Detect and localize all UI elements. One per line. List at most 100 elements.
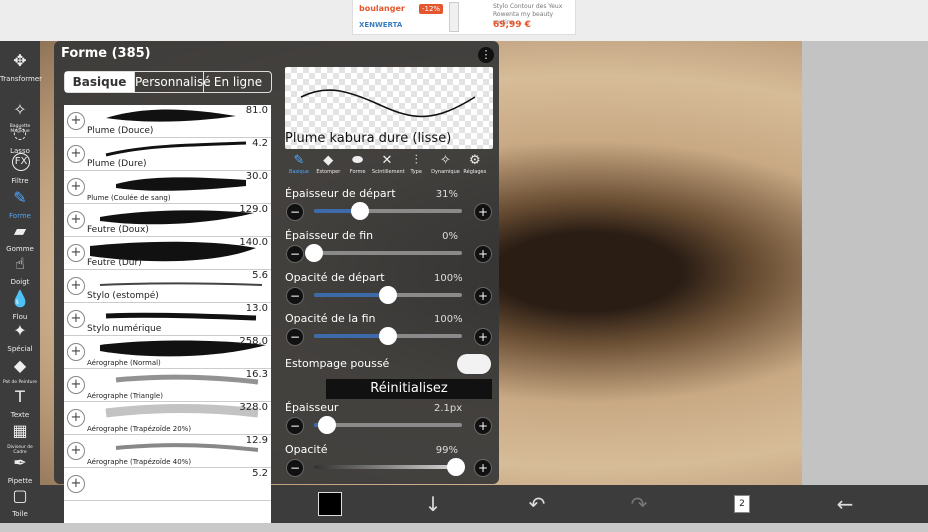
- reset-button[interactable]: Réinitialisez: [326, 379, 492, 399]
- blend-toggle[interactable]: [457, 354, 491, 374]
- tool-transformer[interactable]: ✥ Transformer: [0, 47, 42, 97]
- brush-row[interactable]: +30.0 Plume (Coulée de sang): [64, 171, 271, 204]
- add-brush-icon[interactable]: +: [67, 178, 85, 196]
- eyedropper-icon: ✒: [13, 453, 27, 472]
- increase-button[interactable]: +: [474, 417, 492, 435]
- slider-track[interactable]: [314, 286, 462, 304]
- slider-label: Opacité de départ: [285, 271, 385, 284]
- decrease-button[interactable]: −: [286, 417, 304, 435]
- brush-row[interactable]: +328.0 Aérographe (Trapézoïde 20%): [64, 402, 271, 435]
- color-button[interactable]: [318, 491, 342, 517]
- tab-basique[interactable]: Basique: [65, 72, 134, 92]
- layer-count: 2: [734, 495, 750, 513]
- tab-personnalise[interactable]: Personnalisé: [134, 72, 211, 92]
- brush-size-value: 12.9: [245, 435, 268, 446]
- layers-button[interactable]: 2: [730, 491, 756, 517]
- brush-size-value: 81.0: [245, 105, 268, 116]
- slider-value: 99%: [435, 445, 458, 456]
- add-brush-icon[interactable]: +: [67, 442, 85, 460]
- add-brush-icon[interactable]: +: [67, 475, 85, 493]
- add-brush-icon[interactable]: +: [67, 343, 85, 361]
- brush-row[interactable]: +129.0 Feutre (Doux): [64, 204, 271, 237]
- tab-en-ligne[interactable]: En ligne: [203, 72, 272, 92]
- increase-button[interactable]: +: [474, 245, 492, 263]
- brush-row[interactable]: +13.0 Stylo numérique: [64, 303, 271, 336]
- slider-track[interactable]: [314, 327, 462, 345]
- slider-knob[interactable]: [318, 416, 337, 434]
- slider-knob[interactable]: [447, 458, 466, 476]
- brush-row[interactable]: +140.0 Feutre (Dur): [64, 237, 271, 270]
- ad-banner[interactable]: boulanger XENWERTA -12% Stylo Contour de…: [352, 0, 576, 35]
- special-icon: ✦: [13, 321, 27, 340]
- brush-row[interactable]: +12.9 Aérographe (Trapézoïde 40%): [64, 435, 271, 468]
- add-brush-icon[interactable]: +: [67, 376, 85, 394]
- slider-knob[interactable]: [379, 327, 397, 345]
- settings-tab-type[interactable]: ⫶ Type: [401, 153, 431, 183]
- decrease-button[interactable]: −: [286, 203, 304, 221]
- shuffle-icon: ✕: [381, 153, 393, 168]
- brush-stroke-sample: [116, 177, 246, 191]
- settings-tab-reglages[interactable]: ⚙ Réglages: [460, 153, 490, 183]
- brush-row[interactable]: +258.0 Aérographe (Normal): [64, 336, 271, 369]
- tool-toile[interactable]: ▢ Toile: [0, 482, 40, 532]
- slider-track[interactable]: [314, 202, 462, 220]
- brush-size-value: 13.0: [245, 303, 268, 314]
- brush-list[interactable]: +81.0 Plume (Douce) +4.2 Plume (Dure) +30.0 P…: [64, 105, 271, 523]
- undo-icon[interactable]: ↶: [524, 491, 550, 517]
- decrease-button[interactable]: −: [286, 245, 304, 263]
- add-brush-icon[interactable]: +: [67, 277, 85, 295]
- type-icon: ⫶: [414, 153, 418, 168]
- add-brush-icon[interactable]: +: [67, 211, 85, 229]
- shape-icon: ⬬: [352, 153, 364, 168]
- increase-button[interactable]: +: [474, 203, 492, 221]
- back-arrow-icon[interactable]: ←: [832, 491, 858, 517]
- add-brush-icon[interactable]: +: [67, 112, 85, 130]
- settings-tab-label: Basique: [289, 169, 309, 175]
- brush-row[interactable]: +4.2 Plume (Dure): [64, 138, 271, 171]
- tool-sidebar: ✥ Transformer ✧ Baguette Magique ◌ Lasso FX Fil…: [0, 41, 42, 523]
- brush-size-value: 258.0: [239, 336, 268, 347]
- ad-discount-badge: -12%: [419, 4, 444, 14]
- slider-knob[interactable]: [350, 202, 369, 220]
- increase-button[interactable]: +: [474, 328, 492, 346]
- slider-fill: [314, 293, 388, 297]
- brush-row[interactable]: +5.2: [64, 468, 271, 501]
- increase-button[interactable]: +: [474, 459, 492, 477]
- add-brush-icon[interactable]: +: [67, 145, 85, 163]
- brush-size-value: 129.0: [239, 204, 268, 215]
- settings-tab-scintillement[interactable]: ✕ Scintillement: [372, 153, 405, 183]
- settings-tab-dynamique[interactable]: ✧ Dynamique: [431, 153, 461, 183]
- more-menu-icon[interactable]: ⋮: [478, 47, 494, 63]
- preview-brush-name: Plume kabura dure (lisse): [285, 131, 452, 146]
- settings-tab-label: Type: [410, 169, 422, 175]
- settings-tab-estomper[interactable]: ◆ Estomper: [313, 153, 343, 183]
- settings-tab-basique[interactable]: ✎ Basique: [284, 153, 314, 183]
- brush-row[interactable]: +5.6 Stylo (estompé): [64, 270, 271, 303]
- slider-track[interactable]: [314, 458, 466, 476]
- decrease-button[interactable]: −: [286, 328, 304, 346]
- decrease-button[interactable]: −: [286, 459, 304, 477]
- slider-knob[interactable]: [305, 244, 323, 262]
- decrease-button[interactable]: −: [286, 287, 304, 305]
- tool-label: Toile: [12, 510, 28, 518]
- settings-tab-forme[interactable]: ⬬ Forme: [343, 153, 373, 183]
- slider-track[interactable]: [305, 244, 462, 262]
- brush-row[interactable]: +16.3 Aérographe (Triangle): [64, 369, 271, 402]
- brush-name: Feutre (Doux): [87, 225, 149, 235]
- slider-value: 100%: [434, 314, 463, 325]
- slider-knob[interactable]: [379, 286, 397, 304]
- brush-name: Plume (Douce): [87, 126, 154, 136]
- brush-icon: ✎: [13, 188, 27, 207]
- brush-row[interactable]: +81.0 Plume (Douce): [64, 105, 271, 138]
- add-brush-icon[interactable]: +: [67, 310, 85, 328]
- add-brush-icon[interactable]: +: [67, 244, 85, 262]
- brush-size-value: 140.0: [239, 237, 268, 248]
- add-brush-icon[interactable]: +: [67, 409, 85, 427]
- redo-icon[interactable]: ↷: [626, 491, 652, 517]
- brush-name: Aérographe (Trapézoïde 20%): [87, 425, 192, 433]
- download-icon[interactable]: ↓: [420, 491, 446, 517]
- text-icon: T: [15, 387, 25, 406]
- slider-track[interactable]: [314, 416, 462, 434]
- slider-value: 2.1px: [434, 403, 463, 414]
- increase-button[interactable]: +: [474, 287, 492, 305]
